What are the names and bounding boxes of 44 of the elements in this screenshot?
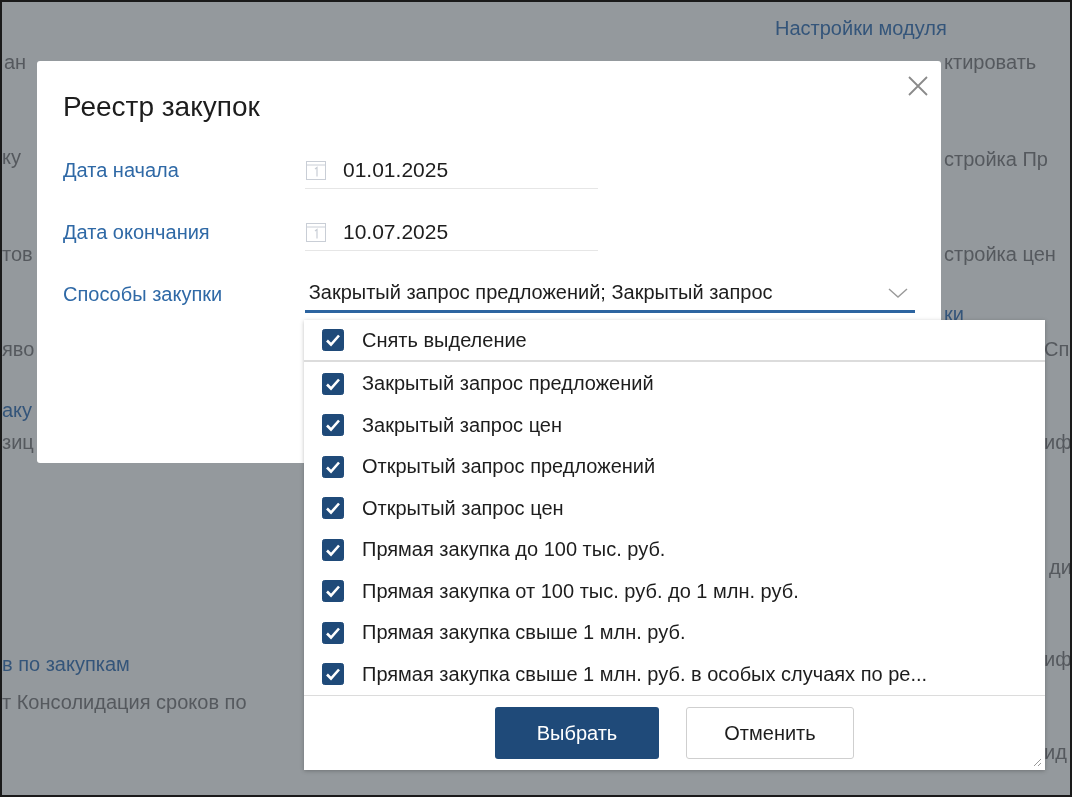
checkbox[interactable] <box>322 372 344 395</box>
checkbox[interactable] <box>322 455 344 478</box>
checkbox[interactable] <box>322 663 344 686</box>
cancel-button[interactable]: Отменить <box>686 707 854 759</box>
option-label[interactable]: Закрытый запрос цен <box>362 413 563 437</box>
background-text: яво <box>2 337 35 361</box>
field-label: Дата окончания <box>63 220 211 244</box>
option-label[interactable]: Прямая закупка свыше 1 млн. руб. в особых случаях по ре... <box>362 662 928 686</box>
background-text: стройка Пр <box>944 147 1048 171</box>
background-text: ку <box>2 145 21 169</box>
field-label: Способы закупки <box>63 282 224 306</box>
resize-grip-icon[interactable] <box>1032 757 1042 767</box>
field-label: Дата начала <box>63 158 180 182</box>
close-icon[interactable] <box>907 75 929 97</box>
background-text: иф <box>1044 647 1070 671</box>
option-label[interactable]: Прямая закупка до 100 тыс. руб. <box>362 538 666 562</box>
checkbox[interactable] <box>322 414 344 437</box>
background-text: т Консолидация сроков по <box>2 690 247 714</box>
checkbox[interactable] <box>322 621 344 644</box>
select-field[interactable]: Закрытый запрос предложений; Закрытый запрос <box>304 275 915 313</box>
background-text: иф <box>1044 430 1070 454</box>
background-text: ди <box>1049 555 1070 579</box>
background-text: зиц <box>2 430 34 454</box>
option-label[interactable]: Закрытый запрос предложений <box>362 372 654 396</box>
chevron-down-icon[interactable] <box>887 285 909 300</box>
checkbox[interactable] <box>322 329 344 351</box>
background-text: Сп <box>1044 337 1070 361</box>
background-text: ан <box>4 50 27 74</box>
background-text: ид <box>1044 740 1067 764</box>
option-label[interactable]: Прямая закупка от 100 тыс. руб. до 1 млн. руб. <box>362 579 799 603</box>
select-button[interactable]: Выбрать <box>495 707 659 759</box>
background-text: стройка цен <box>944 242 1056 266</box>
date-field[interactable]: 01.01.2025 <box>305 151 598 189</box>
option-label[interactable]: Прямая закупка свыше 1 млн. руб. <box>362 621 686 645</box>
select-all-label[interactable]: Снять выделение <box>362 328 527 352</box>
background-text: ктировать <box>944 50 1037 74</box>
date-field[interactable]: 10.07.2025 <box>305 213 598 251</box>
checkbox[interactable] <box>322 497 344 520</box>
background-text: тов <box>2 242 33 266</box>
checkbox[interactable] <box>322 538 344 561</box>
dialog-title: Реестр закупок <box>63 91 260 123</box>
option-label[interactable]: Открытый запрос цен <box>362 496 564 520</box>
option-label[interactable]: Открытый запрос предложений <box>362 455 656 479</box>
checkbox[interactable] <box>322 580 344 603</box>
